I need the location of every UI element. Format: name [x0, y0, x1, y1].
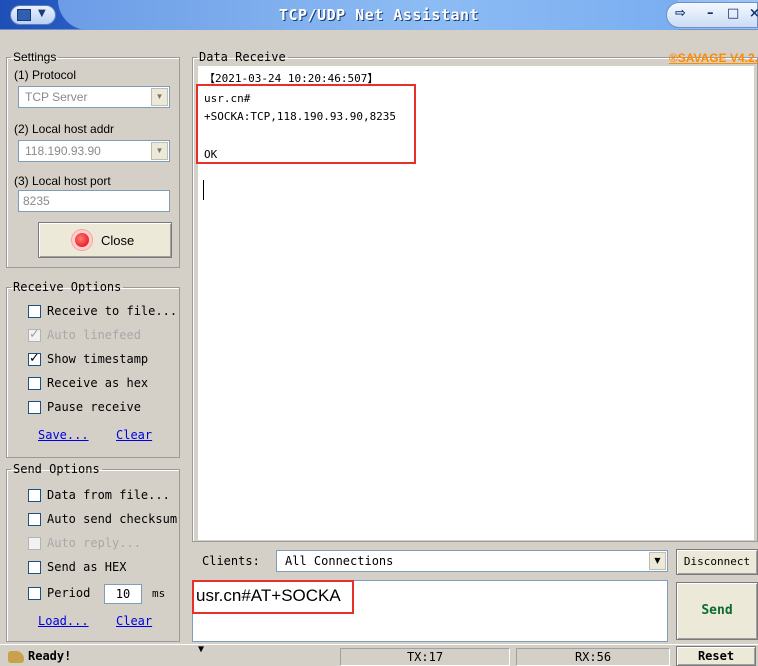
text-cursor	[203, 180, 204, 200]
clear-receive-link[interactable]: Clear	[116, 428, 152, 442]
port-label: (3) Local host port	[14, 174, 111, 188]
checkbox-label: Auto reply...	[47, 536, 141, 550]
auto-linefeed-checkbox: Auto linefeed	[28, 327, 176, 344]
checkbox-box[interactable]	[28, 489, 41, 502]
host-label: (2) Local host addr	[14, 122, 115, 136]
receive-to-file-checkbox[interactable]: Receive to file...	[28, 304, 178, 320]
data-receive-legend: Data Receive	[199, 50, 286, 64]
checkbox-label: Show timestamp	[47, 352, 149, 366]
host-value: 118.190.93.90	[25, 144, 101, 158]
maximize-icon[interactable]: □	[727, 6, 739, 21]
window-title: TCP/UDP Net Assistant	[278, 6, 480, 24]
status-ready-text: Ready!	[28, 649, 72, 663]
period-input[interactable]: 10	[104, 584, 142, 604]
settings-legend: Settings	[13, 50, 57, 64]
close-connection-button[interactable]: Close	[38, 222, 172, 258]
show-timestamp-checkbox[interactable]: Show timestamp	[28, 351, 176, 368]
clients-select[interactable]: All Connections ▼	[276, 550, 668, 572]
chevron-down-icon[interactable]: ▼	[649, 552, 666, 570]
checkbox-box[interactable]	[28, 513, 41, 526]
host-select[interactable]: 118.190.93.90 ▼	[18, 140, 170, 162]
hand-icon	[8, 650, 24, 663]
checkbox-box[interactable]	[28, 377, 41, 390]
load-link[interactable]: Load...	[38, 614, 89, 628]
status-marker: ▼	[198, 644, 205, 655]
send-as-hex-checkbox[interactable]: Send as HEX	[28, 560, 176, 576]
title-bar: ▼ TCP/UDP Net Assistant ⇨ – □ ×	[0, 0, 758, 30]
protocol-select[interactable]: TCP Server ▼	[18, 86, 170, 108]
auto-reply-checkbox: Auto reply...	[28, 536, 176, 552]
receive-options-legend: Receive Options	[13, 280, 122, 294]
save-link[interactable]: Save...	[38, 428, 89, 442]
checkbox-label: Pause receive	[47, 400, 141, 414]
tx-counter: TX:17	[340, 648, 510, 666]
checkbox-box	[28, 537, 41, 550]
close-button-label: Close	[101, 233, 135, 248]
checkbox-box[interactable]	[28, 561, 41, 574]
brand-link[interactable]: ®SAVAGE V4.2.	[669, 51, 758, 65]
rx-counter: RX:56	[516, 648, 670, 666]
checkbox-box[interactable]	[28, 351, 41, 366]
protocol-label: (1) Protocol	[14, 68, 77, 82]
highlight-box	[196, 84, 416, 164]
minimize-icon[interactable]: –	[707, 6, 714, 21]
send-button[interactable]: Send	[676, 582, 758, 640]
checkbox-box[interactable]	[28, 587, 41, 600]
status-ready: Ready!	[4, 648, 184, 666]
checkbox-box	[28, 327, 41, 342]
receive-as-hex-checkbox[interactable]: Receive as hex	[28, 376, 176, 392]
window-controls[interactable]: ⇨ – □ ×	[666, 2, 758, 28]
period-checkbox[interactable]: Period	[28, 586, 98, 602]
pause-receive-checkbox[interactable]: Pause receive	[28, 400, 176, 416]
checkbox-label: Receive to file...	[47, 304, 178, 318]
close-window-icon[interactable]: ×	[749, 6, 758, 21]
chevron-down-icon[interactable]: ▼	[151, 88, 168, 106]
checkbox-box[interactable]	[28, 305, 41, 318]
clear-send-link[interactable]: Clear	[116, 614, 152, 628]
checkbox-box[interactable]	[28, 401, 41, 414]
status-bar: Ready! ▼ TX:17 RX:56	[0, 644, 758, 666]
auto-send-checksum-checkbox[interactable]: Auto send checksum	[28, 512, 178, 528]
checkbox-label: Auto linefeed	[47, 328, 141, 342]
clients-label: Clients:	[202, 554, 260, 568]
data-from-file-checkbox[interactable]: Data from file...	[28, 488, 176, 504]
checkbox-label: Send as HEX	[47, 560, 127, 574]
clients-value: All Connections	[285, 554, 394, 568]
checkbox-label: Receive as hex	[47, 376, 149, 390]
pin-icon[interactable]: ⇨	[675, 6, 686, 21]
chevron-down-icon[interactable]: ▼	[151, 142, 168, 160]
status-light-icon	[75, 233, 89, 247]
disconnect-button[interactable]: Disconnect	[676, 549, 758, 575]
protocol-value: TCP Server	[25, 90, 88, 104]
send-options-legend: Send Options	[13, 462, 100, 476]
checkbox-label: Period	[47, 586, 91, 600]
port-input[interactable]: 8235	[18, 190, 170, 212]
period-unit: ms	[152, 587, 166, 600]
checkbox-label: Data from file...	[47, 488, 170, 502]
checkbox-label: Auto send checksum	[47, 512, 178, 526]
reset-button[interactable]: Reset	[676, 646, 756, 666]
highlight-box	[192, 580, 354, 614]
